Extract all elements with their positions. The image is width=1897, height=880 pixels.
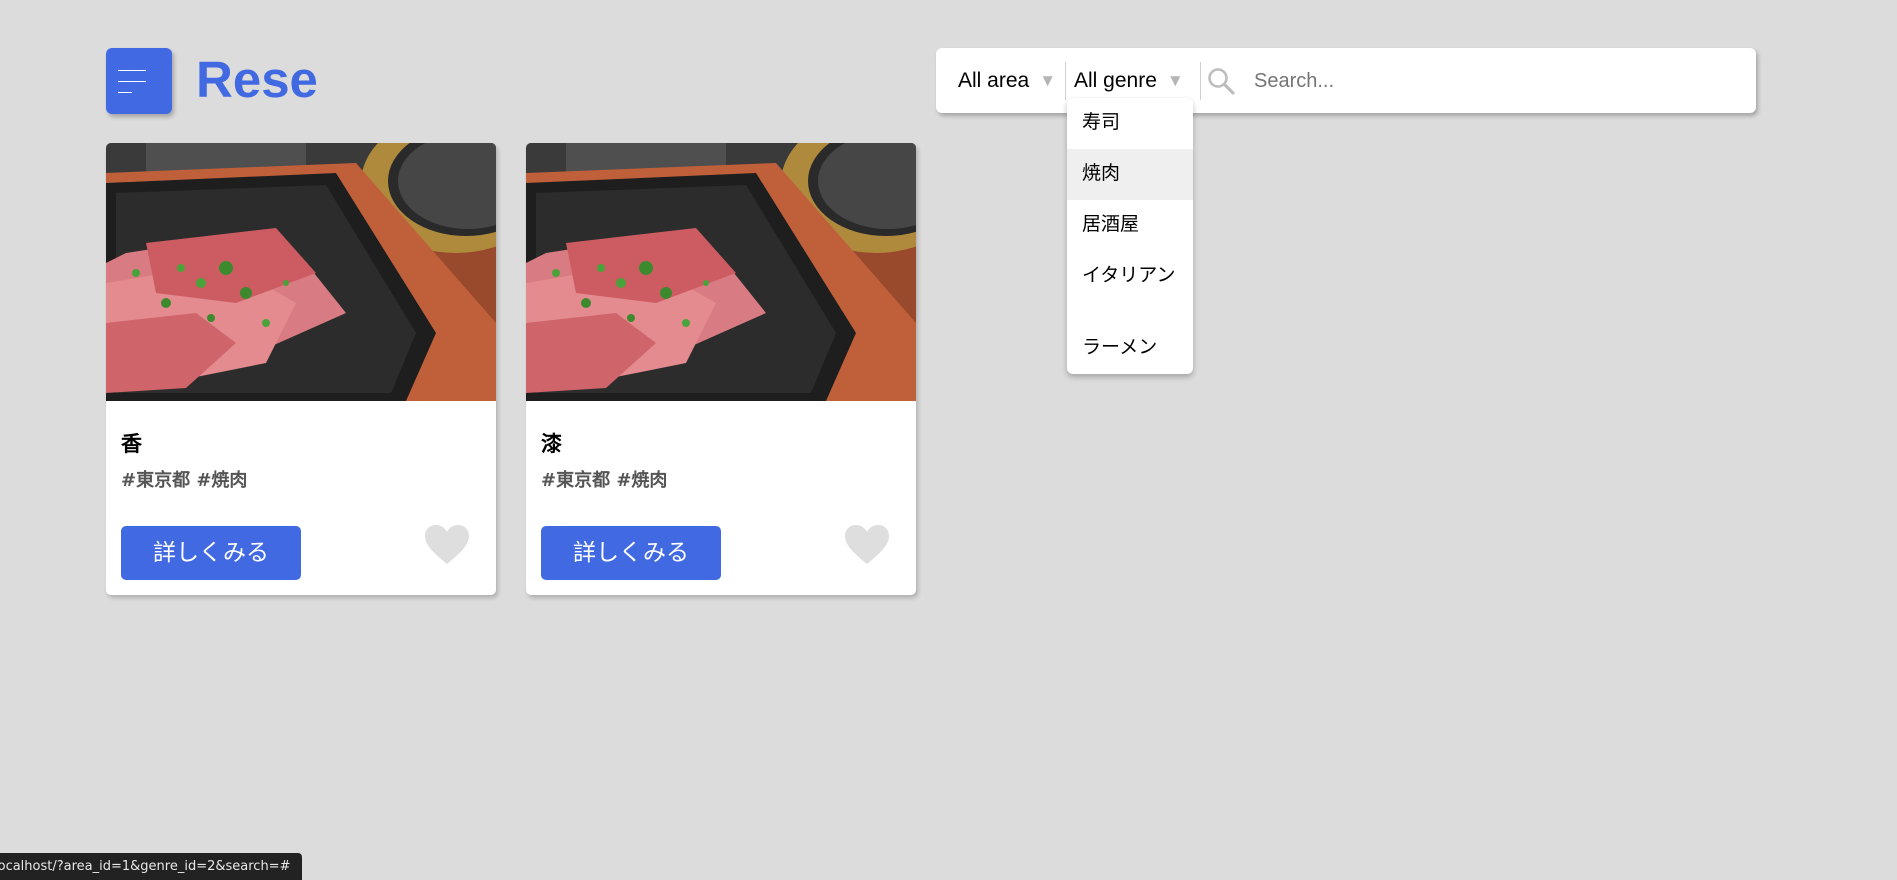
genre-select-label: All genre <box>1074 69 1157 92</box>
logo[interactable]: Rese <box>196 50 318 110</box>
genre-option[interactable]: 焼肉 <box>1067 149 1193 200</box>
triangle-down-icon: ▼ <box>1166 71 1184 90</box>
shop-name: 香 <box>121 432 142 456</box>
menu-button[interactable] <box>106 48 172 114</box>
genre-dropdown: 寿司 焼肉 居酒屋 イタリアン ラーメン <box>1067 98 1193 374</box>
divider <box>1065 62 1066 100</box>
status-url: localhost/?area_id=1&genre_id=2&search=# <box>0 859 291 874</box>
shop-card: 香 #東京都 #焼肉 詳しくみる <box>106 143 496 595</box>
shop-tags: #東京都 #焼肉 <box>121 470 248 491</box>
detail-button[interactable]: 詳しくみる <box>121 526 301 580</box>
search-input[interactable] <box>1254 62 1734 100</box>
area-select-label: All area <box>958 69 1030 92</box>
shop-name: 漆 <box>541 432 562 456</box>
shop-image <box>526 143 916 401</box>
magnifier-icon <box>1208 68 1235 95</box>
link-status-bar: localhost/?area_id=1&genre_id=2&search=# <box>0 853 302 880</box>
genre-option[interactable]: 寿司 <box>1067 98 1193 149</box>
genre-select[interactable]: All genre ▼ <box>1074 62 1184 100</box>
genre-option[interactable]: イタリアン <box>1067 251 1193 323</box>
triangle-down-icon: ▼ <box>1039 71 1057 90</box>
detail-button[interactable]: 詳しくみる <box>541 526 721 580</box>
genre-option[interactable]: ラーメン <box>1067 323 1193 374</box>
area-select[interactable]: All area ▼ <box>958 62 1056 100</box>
heart-icon[interactable] <box>424 524 470 566</box>
shop-image <box>106 143 496 401</box>
shop-card: 漆 #東京都 #焼肉 詳しくみる <box>526 143 916 595</box>
hamburger-menu-icon <box>118 70 146 71</box>
genre-option[interactable]: 居酒屋 <box>1067 200 1193 251</box>
divider <box>1200 62 1201 100</box>
search-bar: All area ▼ All genre ▼ <box>936 48 1756 113</box>
shop-tags: #東京都 #焼肉 <box>541 470 668 491</box>
heart-icon[interactable] <box>844 524 890 566</box>
